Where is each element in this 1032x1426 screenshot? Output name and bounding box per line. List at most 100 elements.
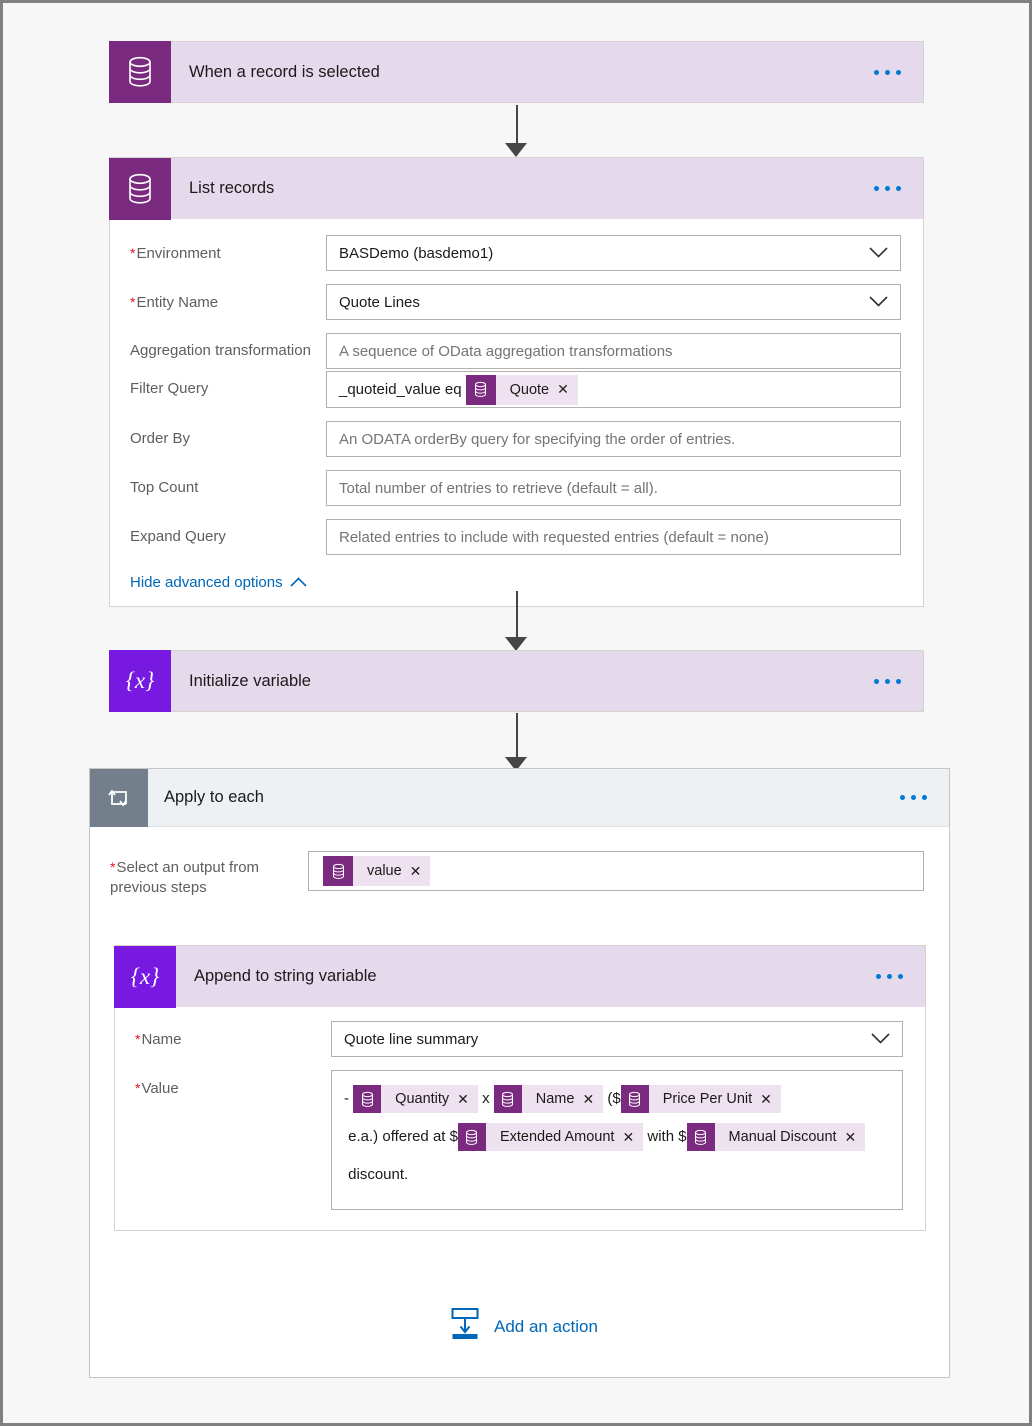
select-output-input[interactable]: value ✕ — [308, 851, 924, 891]
token-chip-value[interactable]: value ✕ — [323, 856, 431, 886]
expand-query-placeholder: Related entries to include with requeste… — [339, 528, 769, 546]
token-chip-manual-discount[interactable]: Manual Discount ✕ — [686, 1123, 866, 1152]
top-count-placeholder: Total number of entries to retrieve (def… — [339, 479, 658, 497]
required-asterisk: * — [130, 245, 136, 261]
field-row-top-count: Top Count Total number of entries to ret… — [130, 470, 901, 506]
token-remove-icon[interactable]: ✕ — [845, 1118, 866, 1156]
append-name-value: Quote line summary — [344, 1030, 479, 1048]
token-chip-price-per-unit[interactable]: Price Per Unit ✕ — [620, 1085, 781, 1114]
token-chip-quantity[interactable]: Quantity ✕ — [353, 1085, 478, 1114]
required-asterisk: * — [130, 294, 136, 310]
dataverse-icon — [109, 41, 171, 103]
hide-advanced-options-link[interactable]: Hide advanced options — [130, 574, 307, 591]
append-card-header[interactable]: {x} Append to string variable — [114, 945, 926, 1008]
aggregation-transformation-input[interactable]: A sequence of OData aggregation transfor… — [326, 333, 901, 369]
dataverse-icon — [465, 374, 496, 405]
add-an-action-label: Add an action — [494, 1316, 598, 1336]
loop-icon — [90, 768, 148, 827]
variable-icon: {x} — [114, 945, 176, 1008]
connector-trigger-to-list — [505, 105, 529, 157]
label-aggregation-transformation: Aggregation transformation — [130, 342, 311, 359]
label-filter-query: Filter Query — [130, 380, 209, 397]
environment-dropdown[interactable]: BASDemo (basdemo1) — [326, 235, 901, 271]
label-environment: *Environment — [130, 245, 221, 262]
token-label: Manual Discount — [728, 1129, 837, 1146]
chevron-down-icon — [859, 294, 888, 311]
apply-to-each-title: Apply to each — [164, 788, 264, 806]
trigger-title: When a record is selected — [189, 62, 380, 81]
field-row-order-by: Order By An ODATA orderBy query for spec… — [130, 421, 901, 457]
value-static-text: - — [344, 1090, 354, 1107]
append-to-string-variable-card[interactable]: {x} Append to string variable *Name Quot… — [114, 945, 926, 1231]
hide-advanced-options-label: Hide advanced options — [130, 574, 283, 591]
value-static-text: with $ — [643, 1128, 687, 1145]
apply-to-each-container[interactable]: Apply to each *Select an output from pre… — [89, 768, 950, 1378]
field-row-append-name: *Name Quote line summary — [135, 1021, 903, 1057]
trigger-card-header[interactable]: When a record is selected — [109, 41, 924, 103]
token-remove-icon[interactable]: ✕ — [410, 863, 431, 880]
filter-query-prefix: _quoteid_value eq — [339, 381, 462, 398]
field-row-select-output: *Select an output from previous steps va… — [110, 851, 924, 898]
order-by-placeholder: An ODATA orderBy query for specifying th… — [339, 430, 736, 448]
environment-value: BASDemo (basdemo1) — [339, 244, 494, 262]
token-remove-icon[interactable]: ✕ — [760, 1080, 781, 1118]
token-label: Extended Amount — [499, 1129, 615, 1146]
token-chip-name[interactable]: Name ✕ — [493, 1085, 604, 1114]
token-label: Quote — [509, 381, 550, 398]
list-records-title: List records — [189, 179, 275, 197]
required-asterisk: * — [135, 1031, 141, 1047]
variable-icon: {x} — [109, 650, 171, 712]
aggregation-transformation-placeholder: A sequence of OData aggregation transfor… — [339, 342, 673, 360]
token-chip-extended-amount[interactable]: Extended Amount ✕ — [457, 1123, 644, 1152]
expand-query-input[interactable]: Related entries to include with requeste… — [326, 519, 901, 555]
chevron-down-icon — [859, 245, 888, 262]
value-static-text: e.a.) offered at $ — [344, 1128, 458, 1145]
token-remove-icon[interactable]: ✕ — [557, 381, 578, 398]
connector-list-to-initialize — [505, 591, 529, 653]
list-records-more-options-button[interactable] — [874, 186, 923, 191]
initialize-variable-card[interactable]: {x} Initialize variable — [109, 650, 924, 712]
field-row-expand-query: Expand Query Related entries to include … — [130, 519, 901, 555]
order-by-input[interactable]: An ODATA orderBy query for specifying th… — [326, 421, 901, 457]
token-remove-icon[interactable]: ✕ — [582, 1080, 603, 1118]
add-an-action-button[interactable]: Add an action — [450, 1307, 598, 1346]
label-expand-query: Expand Query — [130, 528, 226, 545]
apply-to-each-header[interactable]: Apply to each — [90, 768, 949, 827]
field-row-environment: *Environment BASDemo (basdemo1) — [130, 235, 901, 271]
dataverse-icon — [323, 856, 353, 886]
dataverse-icon — [109, 157, 171, 220]
dataverse-icon — [620, 1085, 649, 1114]
list-records-card[interactable]: List records *Environment BASDemo (basde… — [109, 157, 924, 607]
token-chip-quote[interactable]: Quote ✕ — [465, 374, 578, 405]
append-value-input[interactable]: - Quantity ✕ x Name ✕ ($ Price Per Unit ✕ e.… — [331, 1070, 903, 1210]
field-row-entity-name: *Entity Name Quote Lines — [130, 284, 901, 320]
connector-initialize-to-loop — [505, 713, 529, 773]
chevron-down-icon — [861, 1031, 890, 1048]
token-remove-icon[interactable]: ✕ — [622, 1118, 643, 1156]
apply-to-each-more-options-button[interactable] — [900, 795, 949, 800]
label-append-name: *Name — [135, 1031, 182, 1048]
trigger-card[interactable]: When a record is selected — [109, 41, 924, 103]
required-asterisk: * — [135, 1080, 141, 1096]
trigger-more-options-button[interactable] — [874, 69, 923, 75]
value-static-text: ($ — [603, 1090, 621, 1107]
token-remove-icon[interactable]: ✕ — [457, 1080, 478, 1118]
initialize-variable-more-options-button[interactable] — [874, 678, 923, 684]
append-name-dropdown[interactable]: Quote line summary — [331, 1021, 903, 1057]
initialize-variable-title: Initialize variable — [189, 671, 311, 690]
top-count-input[interactable]: Total number of entries to retrieve (def… — [326, 470, 901, 506]
dataverse-icon — [353, 1085, 382, 1114]
label-select-output: *Select an output from previous steps — [110, 859, 260, 896]
append-more-options-button[interactable] — [876, 974, 925, 979]
chevron-up-icon — [290, 574, 307, 591]
field-row-filter-query: Filter Query _quoteid_value eq Quote ✕ — [130, 371, 901, 408]
filter-query-input[interactable]: _quoteid_value eq Quote ✕ — [326, 371, 901, 408]
entity-name-dropdown[interactable]: Quote Lines — [326, 284, 901, 320]
label-order-by: Order By — [130, 430, 191, 447]
initialize-variable-card-header[interactable]: {x} Initialize variable — [109, 650, 924, 712]
token-label: value — [367, 863, 402, 879]
list-records-card-header[interactable]: List records — [109, 157, 924, 220]
append-card-title: Append to string variable — [194, 967, 377, 985]
entity-name-value: Quote Lines — [339, 293, 420, 311]
flow-designer-canvas: When a record is selected List records *… — [3, 3, 1029, 1423]
